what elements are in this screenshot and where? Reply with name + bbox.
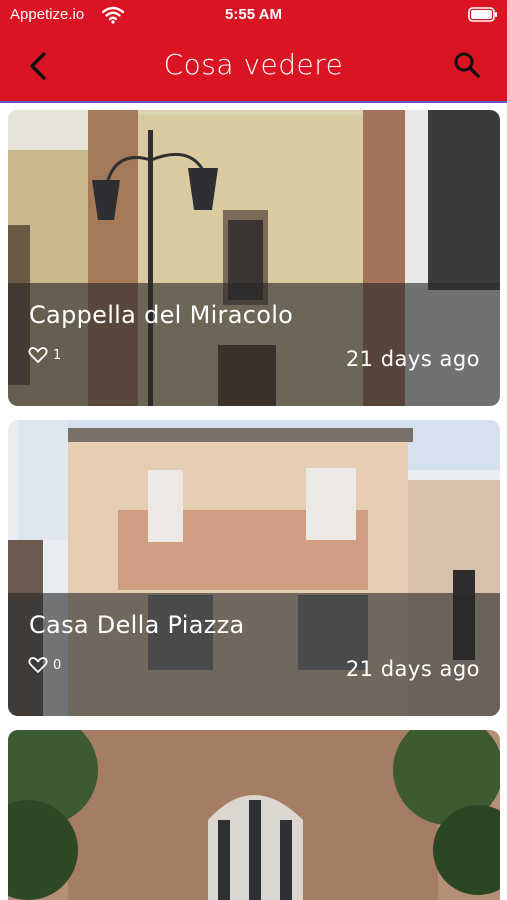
place-photo xyxy=(8,730,500,900)
place-card[interactable] xyxy=(8,730,500,900)
card-title: Casa Della Piazza xyxy=(29,611,245,639)
status-time: 5:55 AM xyxy=(225,6,282,23)
navigation-bar: Cosa vedere xyxy=(0,36,507,98)
likes-count[interactable]: 0 xyxy=(28,655,61,675)
card-title: Cappella del Miracolo xyxy=(29,301,294,329)
page-title: Cosa vedere xyxy=(163,48,344,81)
card-caption: Casa Della Piazza 0 21 days ago xyxy=(8,593,500,716)
likes-value: 1 xyxy=(53,347,62,363)
heart-icon xyxy=(28,657,48,673)
place-card[interactable]: Cappella del Miracolo 1 21 days ago xyxy=(8,110,500,406)
likes-count[interactable]: 1 xyxy=(28,345,61,365)
app-header: Appetize.io 5:55 AM Cosa vedere xyxy=(0,0,507,103)
place-card[interactable]: Casa Della Piazza 0 21 days ago xyxy=(8,420,500,716)
card-time-ago: 21 days ago xyxy=(345,347,480,371)
card-caption: Cappella del Miracolo 1 21 days ago xyxy=(8,283,500,406)
battery-icon xyxy=(468,7,497,22)
status-bar: Appetize.io 5:55 AM xyxy=(0,0,507,30)
search-icon[interactable] xyxy=(452,50,482,80)
card-time-ago: 21 days ago xyxy=(345,657,480,681)
likes-value: 0 xyxy=(53,657,62,673)
heart-icon xyxy=(28,347,48,363)
